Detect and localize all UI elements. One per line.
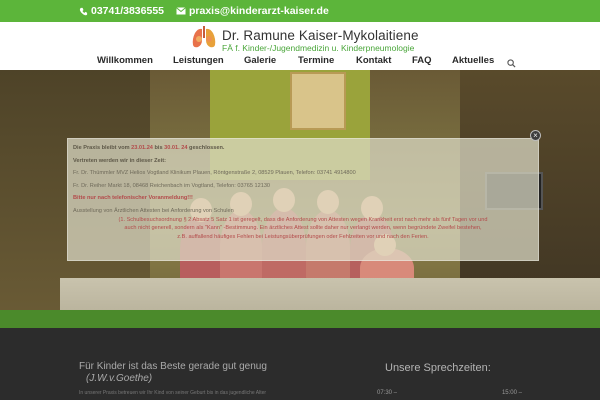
close-icon[interactable]: ×: [530, 130, 541, 141]
notice-substitute-heading: Vertreten werden wir in dieser Zeit:: [73, 157, 166, 164]
site-header: Dr. Ramune Kaiser-Mykolaitiene FÄ f. Kin…: [0, 22, 600, 70]
envelope-icon: [176, 7, 186, 15]
office-hours-title: Unsere Sprechzeiten:: [385, 362, 491, 374]
nav-item-aktuelles[interactable]: Aktuelles: [452, 55, 494, 66]
hours-morning: 07:30 –: [377, 390, 398, 396]
welcome-intro-text: In unserer Praxis betreuen wir Ihr Kind …: [79, 390, 267, 396]
office-hours-row: 07:30 – 15:00 –: [377, 390, 522, 396]
notice-attest-text-2: auch nicht generell, sondern als "Kann" …: [124, 225, 482, 232]
email-address: praxis@kinderarzt-kaiser.de: [189, 5, 329, 17]
welcome-section: Für Kinder ist das Beste gerade gut genu…: [0, 328, 600, 400]
lungs-icon: [190, 26, 218, 55]
nav-item-faq[interactable]: FAQ: [412, 55, 432, 66]
top-contact-bar: 03741/3836555 praxis@kinderarzt-kaiser.d…: [0, 0, 600, 22]
nav-item-kontakt[interactable]: Kontakt: [356, 55, 391, 66]
notice-attest-heading: Ausstellung von Ärztlichen Attesten bei …: [73, 207, 234, 214]
phone-icon: [79, 7, 88, 16]
closure-notice: Die Praxis bleibt vom 23.01.24 bis 30.01…: [67, 138, 539, 261]
hero-floor-stripe: [0, 310, 600, 328]
site-logo[interactable]: Dr. Ramune Kaiser-Mykolaitiene FÄ f. Kin…: [190, 26, 419, 55]
nav-item-willkommen[interactable]: Willkommen: [97, 55, 153, 66]
nav-item-termine[interactable]: Termine: [298, 55, 334, 66]
notice-attest-text-1: (1. Schulbesuchsordnung § 2 Absatz 5 Sat…: [118, 216, 488, 223]
notice-substitute-1: Fr. Dr. Thümmler MVZ Helios Vogtland Kli…: [73, 170, 356, 177]
email-link[interactable]: praxis@kinderarzt-kaiser.de: [176, 5, 329, 17]
logo-name: Dr. Ramune Kaiser-Mykolaitiene: [222, 27, 419, 43]
logo-subtitle: FÄ f. Kinder-/Jugendmedizin u. Kinderpne…: [222, 42, 415, 53]
quote-author: (J.W.v.Goethe): [86, 373, 153, 384]
nav-item-galerie[interactable]: Galerie: [244, 55, 276, 66]
notice-attest-text-3: z.B. auffallend häufiges Fehlen bei Leis…: [177, 233, 429, 240]
nav-item-leistungen[interactable]: Leistungen: [173, 55, 224, 66]
hours-afternoon: 15:00 –: [501, 390, 522, 396]
phone-link[interactable]: 03741/3836555: [79, 5, 164, 17]
notice-appointment-warning: Bitte nur nach telefonischer Voranmeldun…: [73, 195, 193, 202]
welcome-quote: Für Kinder ist das Beste gerade gut genu…: [79, 361, 267, 372]
notice-closure-line: Die Praxis bleibt vom 23.01.24 bis 30.01…: [73, 145, 225, 151]
hero-poster: [290, 72, 346, 130]
notice-substitute-2: Fr. Dr. Reiher Markt 18, 08468 Reichenba…: [73, 182, 271, 189]
phone-number: 03741/3836555: [91, 5, 164, 17]
